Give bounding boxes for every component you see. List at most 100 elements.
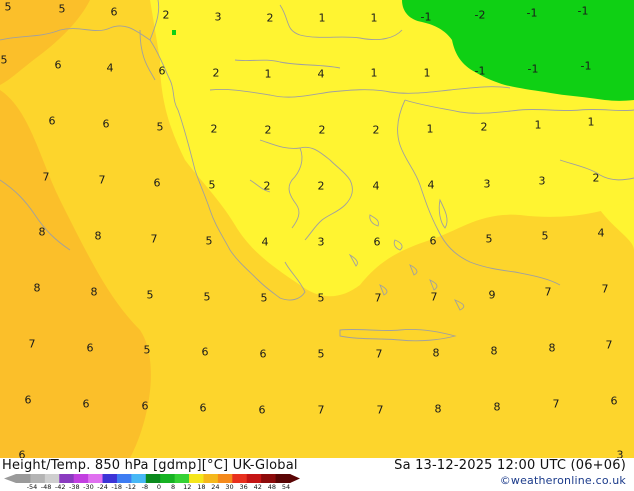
temperature-value: 6	[429, 234, 437, 248]
scale-swatch	[232, 474, 248, 483]
temperature-value: 5	[317, 347, 325, 361]
temperature-value: 2	[592, 171, 600, 185]
temperature-value: 7	[98, 173, 106, 187]
temperature-value: 5	[317, 291, 325, 305]
scale-swatch	[246, 474, 262, 483]
temperature-value: 7	[374, 291, 382, 305]
temperature-value: 2	[318, 123, 326, 137]
scale-swatch	[189, 474, 204, 483]
temperature-value: 8	[432, 346, 440, 360]
temperature-value: 7	[317, 403, 325, 417]
temperature-value: -1	[526, 6, 538, 20]
temperature-value: 6	[259, 347, 267, 361]
temperature-value: 5	[143, 343, 151, 357]
temperature-value: 2	[480, 120, 488, 134]
temperature-value: 3	[483, 177, 491, 191]
temperature-value: 1	[423, 66, 431, 80]
temperature-value: 6	[86, 341, 94, 355]
temperature-value: 2	[212, 66, 220, 80]
temperature-value: 6	[610, 394, 618, 408]
scale-swatch	[73, 474, 89, 483]
scale-swatch	[59, 474, 75, 483]
site-credit[interactable]: ©weatheronline.co.uk	[500, 474, 626, 487]
temperature-value: 7	[430, 290, 438, 304]
scale-swatch	[145, 474, 161, 483]
temperature-value: 5	[485, 232, 493, 246]
temperature-value: -1	[474, 64, 486, 78]
temperature-value: 2	[162, 8, 170, 22]
temperature-value: 7	[28, 337, 36, 351]
temperature-value: 8	[493, 400, 501, 414]
temperature-value: 7	[376, 403, 384, 417]
temperature-value: 2	[317, 179, 325, 193]
temperature-value: 4	[261, 235, 269, 249]
scale-arrow-right	[290, 474, 300, 483]
scale-swatch	[16, 474, 31, 483]
weather-map: 5 5 6 2 3 2 1 1 -1 -2 -1 -1 5 6 4 6 2 1 4 1 1 -1 -1 -1 6 6 5 2 2 2 2 1 2…	[0, 0, 634, 458]
temperature-value: 6	[82, 397, 90, 411]
temperature-value: -1	[527, 62, 539, 76]
temperature-value: 7	[375, 347, 383, 361]
temperature-value: 1	[264, 67, 272, 81]
temperature-value: 5	[208, 178, 216, 192]
temperature-value: 1	[587, 115, 595, 129]
temperature-value: 5	[203, 290, 211, 304]
scale-arrow-left	[4, 474, 16, 483]
temperature-value: 3	[317, 235, 325, 249]
temperature-value: 7	[544, 285, 552, 299]
temperature-value: 6	[158, 64, 166, 78]
temperature-value: 6	[199, 401, 207, 415]
temperature-value: 6	[201, 345, 209, 359]
temperature-value: 8	[38, 225, 46, 239]
temperature-value: 4	[427, 178, 435, 192]
temperature-value: 5	[58, 2, 66, 16]
temperature-value: 4	[597, 226, 605, 240]
temperature-value: 8	[490, 344, 498, 358]
scale-swatch	[44, 474, 60, 483]
scale-swatch	[217, 474, 233, 483]
scale-swatch	[261, 474, 277, 483]
temperature-value: 9	[488, 288, 496, 302]
temperature-value: -1	[577, 4, 589, 18]
color-scale: -54 -48 -42 -38 -30 -24 -18 -12 -8 0 8 12 18 24 30 36 42…	[4, 474, 304, 491]
temperature-value: 5	[0, 53, 8, 67]
temperature-value: 6	[110, 5, 118, 19]
temperature-value: -2	[474, 8, 486, 22]
temperature-value: 7	[601, 282, 609, 296]
temperature-value: 3	[538, 174, 546, 188]
temperature-value: 8	[33, 281, 41, 295]
scale-swatch	[102, 474, 118, 483]
map-footer: Height/Temp. 850 hPa [gdmp][°C] UK-Globa…	[0, 458, 634, 491]
temperature-value: 5	[541, 229, 549, 243]
map-title: Height/Temp. 850 hPa [gdmp][°C] UK-Globa…	[2, 458, 298, 473]
temperature-value: 8	[434, 402, 442, 416]
temperature-value: 5	[260, 291, 268, 305]
temperature-value: 5	[205, 234, 213, 248]
temperature-value: 6	[102, 117, 110, 131]
temperature-value: 6	[258, 403, 266, 417]
temperature-value: 2	[372, 123, 380, 137]
temperature-value: 5	[4, 0, 12, 14]
scale-swatch	[88, 474, 104, 483]
temperature-value: 4	[317, 67, 325, 81]
valid-time: Sa 13-12-2025 12:00 UTC (06+06)	[394, 458, 626, 473]
temperature-value: 7	[42, 170, 50, 184]
temperature-value: 4	[106, 61, 114, 75]
color-scale-bar	[4, 474, 300, 483]
temperature-value: 6	[48, 114, 56, 128]
temperature-value: 6	[18, 448, 26, 459]
temperature-value: 1	[426, 122, 434, 136]
temperature-value: -1	[580, 59, 592, 73]
scale-swatch	[160, 474, 176, 483]
temperature-value: 2	[266, 11, 274, 25]
temperature-value: 1	[318, 11, 326, 25]
temperature-value: 8	[90, 285, 98, 299]
scale-swatch	[116, 474, 132, 483]
scale-swatch	[203, 474, 219, 483]
temperature-value: 2	[210, 122, 218, 136]
temperature-value: 6	[373, 235, 381, 249]
temperature-value: 7	[150, 232, 158, 246]
temperature-value: 4	[372, 179, 380, 193]
scale-swatch	[275, 474, 291, 483]
temperature-value: 6	[141, 399, 149, 413]
